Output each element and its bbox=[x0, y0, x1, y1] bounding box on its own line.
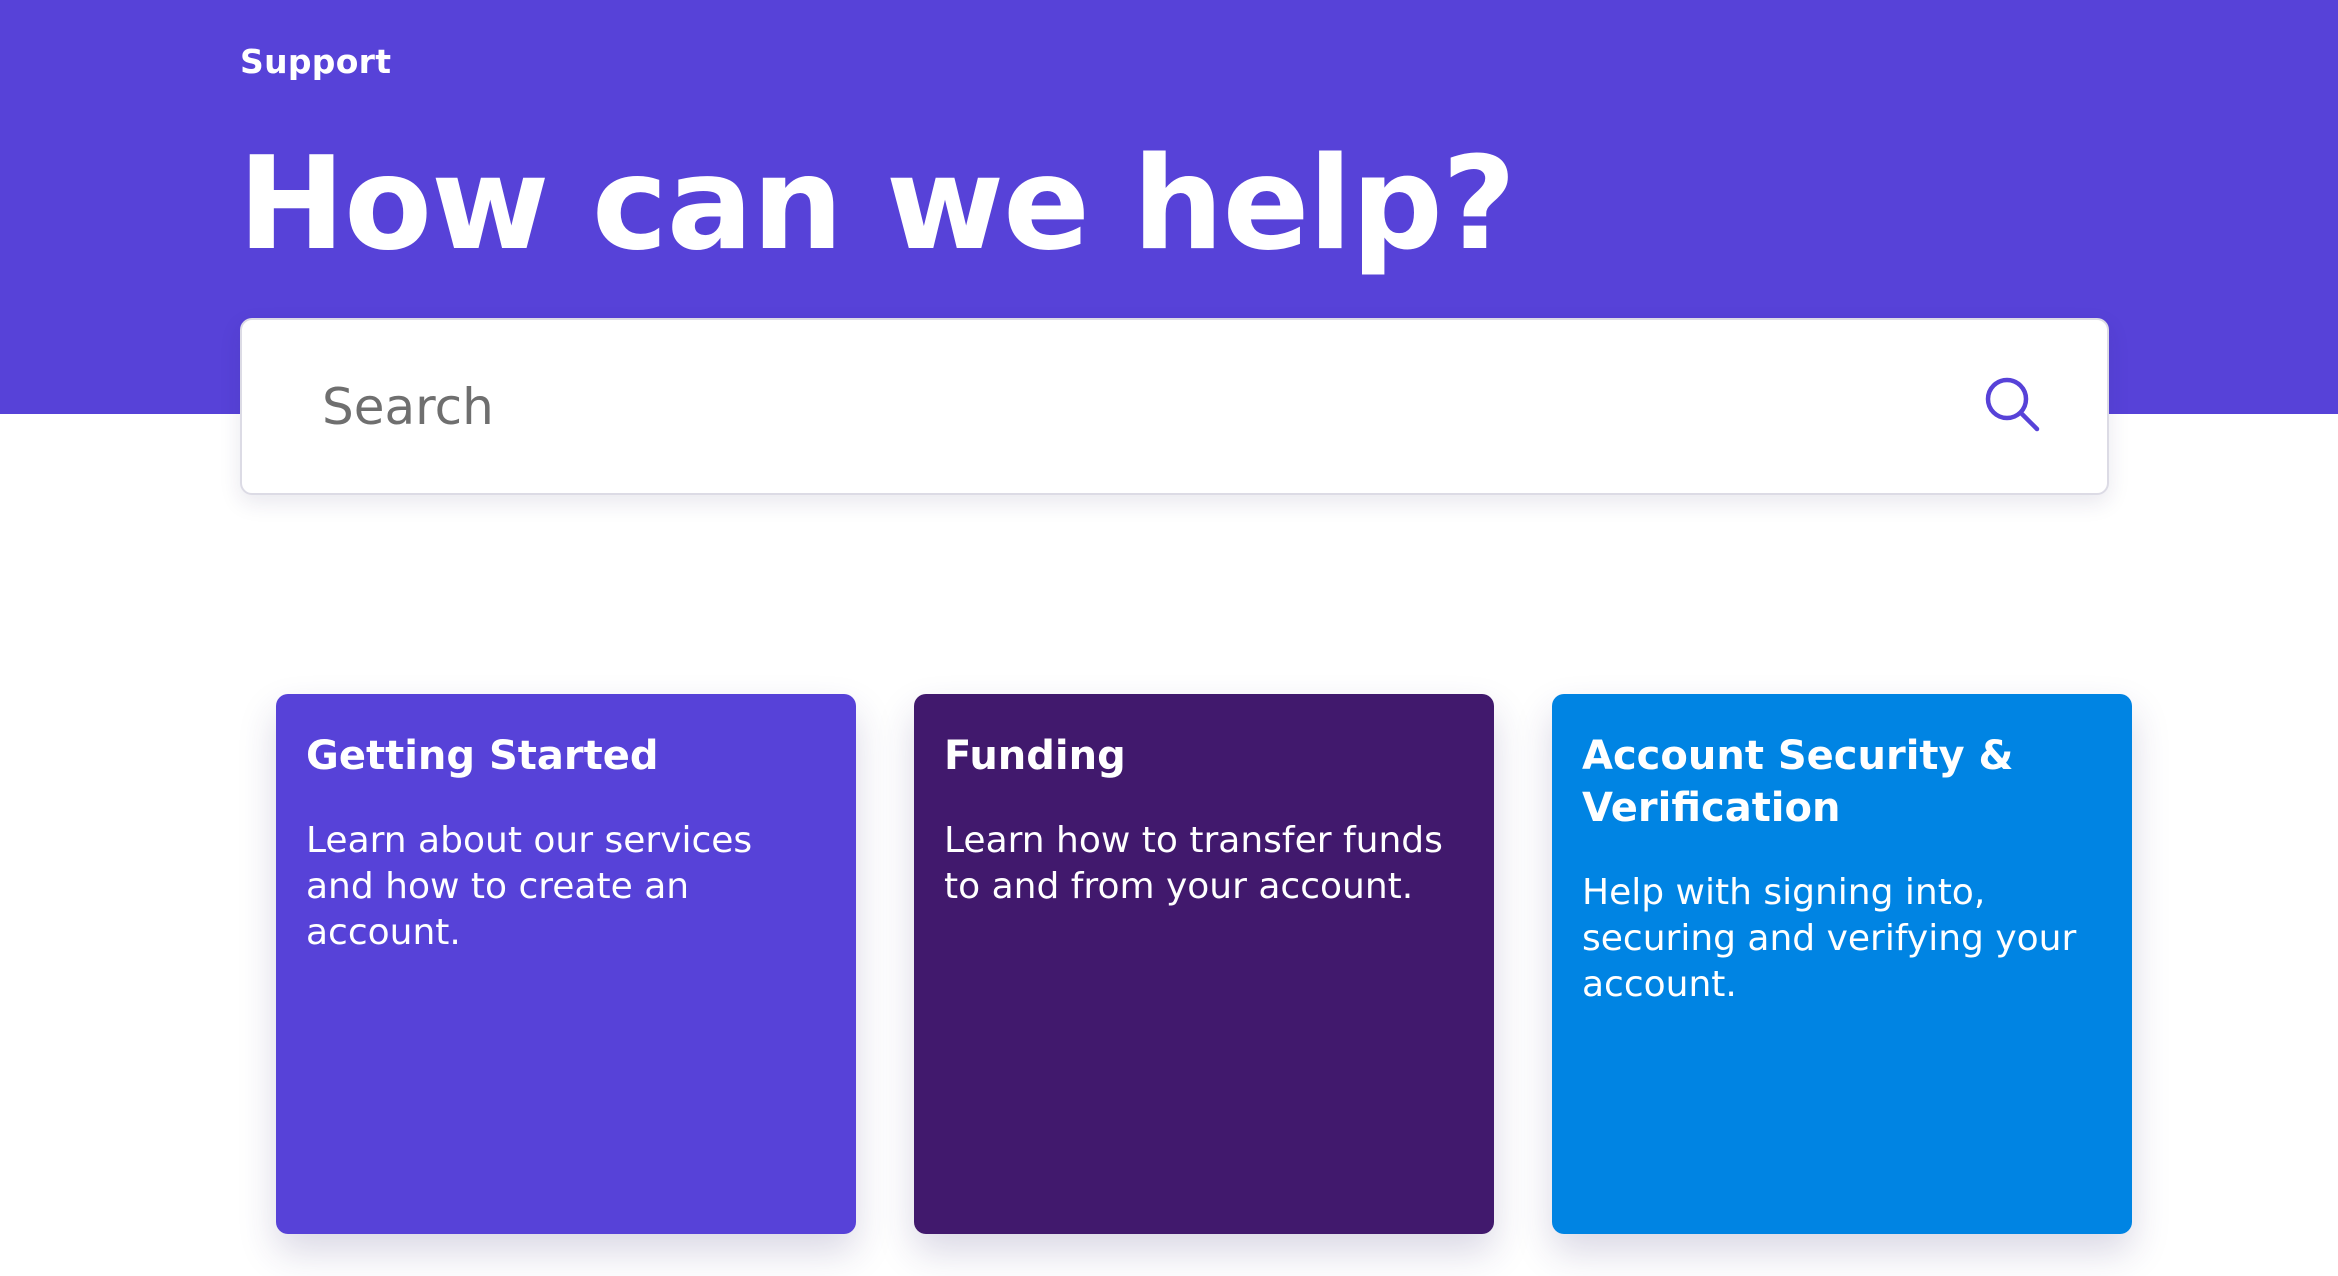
card-account-security[interactable]: Account Security & Verification Help wit… bbox=[1552, 694, 2132, 1234]
card-description: Learn about our services and how to crea… bbox=[306, 820, 753, 953]
card-description: Help with signing into, securing and ver… bbox=[1582, 872, 2077, 1005]
support-label: Support bbox=[240, 42, 392, 81]
card-title: Funding bbox=[944, 733, 1126, 779]
card-funding[interactable]: Funding Learn how to transfer funds to a… bbox=[914, 694, 1494, 1234]
search-input[interactable] bbox=[242, 320, 1902, 493]
card-title: Getting Started bbox=[306, 733, 659, 779]
card-description: Learn how to transfer funds to and from … bbox=[944, 820, 1443, 907]
card-title: Account Security & Verification bbox=[1582, 733, 2014, 831]
search-icon[interactable] bbox=[1980, 372, 2046, 438]
search-box bbox=[240, 318, 2109, 495]
card-getting-started[interactable]: Getting Started Learn about our services… bbox=[276, 694, 856, 1234]
page-title: How can we help? bbox=[238, 130, 1516, 279]
